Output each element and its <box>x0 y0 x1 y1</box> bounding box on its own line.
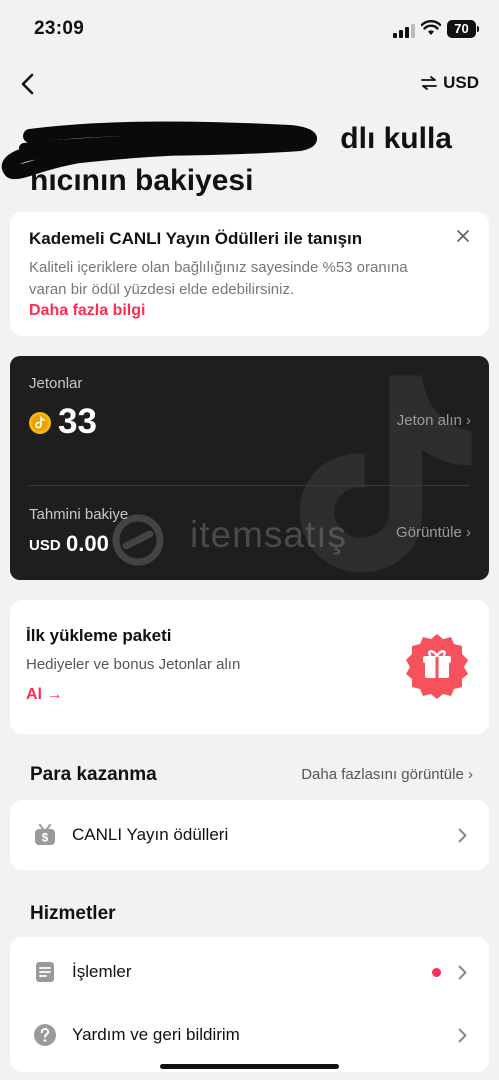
get-starter-pack-button[interactable]: Al → <box>26 686 62 704</box>
view-more-link[interactable]: Daha fazlasını görüntüle › <box>301 766 473 783</box>
starter-pack-card[interactable]: İlk yükleme paketi Hediyeler ve bonus Je… <box>10 600 489 734</box>
chevron-right-icon <box>458 828 467 843</box>
wifi-icon <box>421 20 441 35</box>
list-item-live-rewards[interactable]: $ CANLI Yayın ödülleri <box>10 800 489 870</box>
starter-pack-description: Hediyeler ve bonus Jetonlar alın <box>26 656 241 673</box>
earning-section-title: Para kazanma <box>30 764 157 785</box>
svg-text:$: $ <box>42 831 49 845</box>
coin-balance: 33 <box>58 402 97 441</box>
promo-title: Kademeli CANLI Yayın Ödülleri ile tanışı… <box>29 229 363 248</box>
document-icon <box>36 962 54 982</box>
watermark-text: itemsatış <box>190 514 348 555</box>
status-bar: 23:09 70 <box>0 0 499 60</box>
cellular-signal-icon <box>393 24 415 38</box>
coins-label: Jetonlar <box>29 375 83 392</box>
gift-icon <box>406 634 468 699</box>
divider <box>29 485 470 486</box>
view-balance-link[interactable]: Görüntüle › <box>396 524 471 541</box>
services-card: İşlemler Yardım ve geri bildirim <box>10 937 489 1072</box>
chevron-right-icon <box>458 965 467 980</box>
coin-icon <box>29 412 51 434</box>
home-indicator[interactable] <box>160 1064 339 1069</box>
help-icon <box>34 1024 56 1046</box>
status-time: 23:09 <box>34 18 85 39</box>
starter-pack-title: İlk yükleme paketi <box>26 626 172 645</box>
list-item-label: CANLI Yayın ödülleri <box>72 825 229 844</box>
list-item-label: Yardım ve geri bildirim <box>72 1025 240 1044</box>
close-icon[interactable] <box>455 228 471 244</box>
battery-icon: 70 <box>447 20 479 38</box>
currency-label: USD <box>443 73 479 92</box>
services-section-title: Hizmetler <box>30 903 116 924</box>
list-item-help[interactable]: Yardım ve geri bildirim <box>10 1004 489 1066</box>
list-item-transactions[interactable]: İşlemler <box>10 941 489 1003</box>
learn-more-link[interactable]: Daha fazla bilgi <box>29 302 145 320</box>
list-item-label: İşlemler <box>72 962 132 981</box>
redaction-scribble <box>1 121 318 180</box>
estimated-balance-currency: USD <box>29 537 61 554</box>
notification-dot <box>432 968 441 977</box>
currency-switch-button[interactable]: USD <box>421 73 479 93</box>
promo-description: Kaliteli içeriklere olan bağlılığınız sa… <box>29 259 408 298</box>
swap-arrows-icon <box>421 76 437 90</box>
chevron-right-icon <box>458 1028 467 1043</box>
tv-dollar-icon: $ <box>35 824 55 845</box>
back-arrow-icon[interactable] <box>14 70 42 98</box>
get-coins-link[interactable]: Jeton alın › <box>397 412 471 429</box>
battery-level: 70 <box>447 20 476 38</box>
promo-card: Kademeli CANLI Yayın Ödülleri ile tanışı… <box>10 212 489 336</box>
balance-card: Jetonlar 33 Jeton alın › Tahmini bakiye … <box>10 356 489 580</box>
estimated-balance-value: 0.00 <box>66 531 109 556</box>
